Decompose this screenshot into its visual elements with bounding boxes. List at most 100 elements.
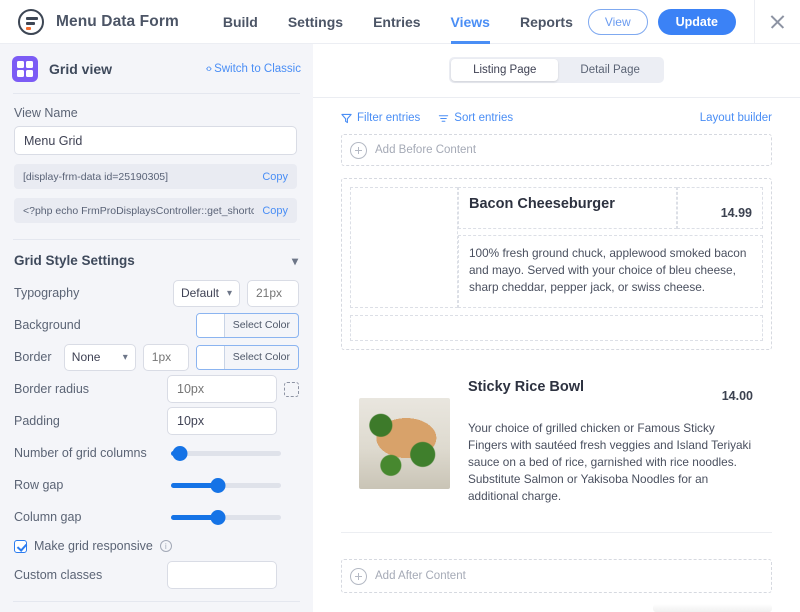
entry-content: Bacon Cheeseburger 14.99 100% fresh grou… <box>458 187 763 308</box>
entry-image-cell <box>350 187 458 308</box>
brand: Menu Data Form <box>0 8 179 35</box>
background-row: Background Select Color <box>0 309 313 341</box>
grid-columns-slider[interactable] <box>171 445 281 461</box>
entry-card[interactable]: Sticky Rice Bowl 14.00 Your choice of gr… <box>341 362 772 516</box>
background-color-picker[interactable]: Select Color <box>195 312 299 338</box>
background-label: Background <box>14 318 81 332</box>
entry-price: 14.99 <box>720 206 752 220</box>
border-color-swatch <box>196 345 225 369</box>
link-corners-icon[interactable] <box>284 381 299 397</box>
entry-separator <box>341 532 772 533</box>
view-type-title: Grid view <box>49 61 113 77</box>
view-name-label: View Name <box>14 106 78 120</box>
advanced-settings-section[interactable]: Advanced Settings › <box>0 602 313 612</box>
border-width-input[interactable] <box>142 343 189 371</box>
border-color-picker[interactable]: Select Color <box>195 344 299 370</box>
grid-style-settings-section[interactable]: Grid Style Settings ▾ <box>0 240 313 277</box>
custom-classes-input[interactable] <box>167 561 277 589</box>
php-shortcode-text: <?php echo FrmProDisplaysController::get… <box>23 204 255 217</box>
entry-price-cell: 14.00 <box>677 371 763 411</box>
shortcode-row-1: [display-frm-data id=25190305] Copy <box>14 164 297 189</box>
entry-title-row: Sticky Rice Bowl 14.00 <box>458 371 763 411</box>
close-button[interactable] <box>754 0 786 44</box>
plus-circle-icon <box>350 141 367 159</box>
typography-value: Default <box>180 286 219 300</box>
copy-shortcode-button-1[interactable]: Copy <box>262 171 288 183</box>
entry-card[interactable]: Bacon Cheeseburger 14.99 100% fresh grou… <box>341 178 772 350</box>
chevron-lr-icon: ‹› <box>205 63 212 75</box>
layout-builder-button[interactable]: Layout builder <box>700 112 772 124</box>
shortcode-text: [display-frm-data id=25190305] <box>23 170 169 183</box>
view-button[interactable]: View <box>587 8 648 35</box>
row-gap-slider[interactable] <box>171 477 281 493</box>
sort-entries-button[interactable]: Sort entries <box>438 112 513 124</box>
make-grid-responsive-label: Make grid responsive <box>34 539 153 553</box>
add-after-content-button[interactable]: Add After Content <box>341 559 772 593</box>
entry-price: 14.00 <box>721 389 753 403</box>
background-select-color-label: Select Color <box>232 319 290 331</box>
page-title: Menu Data Form <box>56 12 179 30</box>
tab-reports[interactable]: Reports <box>520 0 573 44</box>
typography-select[interactable]: Default ▾ <box>172 279 240 307</box>
make-grid-responsive-checkbox[interactable] <box>14 539 27 553</box>
tab-listing-page[interactable]: Listing Page <box>451 59 559 81</box>
tab-entries[interactable]: Entries <box>373 0 420 44</box>
filter-entries-button[interactable]: Filter entries <box>341 112 420 124</box>
entry-description-cell: Your choice of grilled chicken or Famous… <box>458 411 763 516</box>
column-gap-label: Column gap <box>14 510 82 524</box>
entry-image-cell <box>350 371 458 516</box>
entries-toolbar: Filter entries Sort entries Layout build… <box>313 98 800 124</box>
entry-title-row: Bacon Cheeseburger 14.99 <box>458 187 763 229</box>
border-row: Border None ▾ Select Color <box>0 341 313 373</box>
switch-to-classic-link[interactable]: ‹› Switch to Classic <box>206 63 301 75</box>
border-radius-row: Border radius <box>0 373 313 405</box>
info-icon[interactable]: i <box>159 540 172 552</box>
app-root: Menu Data Form Build Settings Entries Vi… <box>0 0 800 612</box>
slider-knob[interactable] <box>172 445 188 461</box>
page-tabs: Listing Page Detail Page <box>313 44 800 83</box>
custom-classes-row: Custom classes <box>0 559 313 591</box>
padding-label: Padding <box>14 414 60 428</box>
add-before-content-button[interactable]: Add Before Content <box>341 134 772 166</box>
entry-layout: Bacon Cheeseburger 14.99 100% fresh grou… <box>350 187 763 308</box>
entry-title-cell: Sticky Rice Bowl <box>458 371 677 411</box>
entry-title: Bacon Cheeseburger <box>469 196 615 212</box>
update-button[interactable]: Update <box>657 8 736 35</box>
sidebar: Grid view ‹› Switch to Classic View Name… <box>0 44 313 612</box>
entry-title: Sticky Rice Bowl <box>468 379 585 395</box>
sticky-rice-bowl-photo <box>358 398 450 489</box>
entry-content: Sticky Rice Bowl 14.00 Your choice of gr… <box>458 371 763 516</box>
background-color-swatch <box>196 313 225 337</box>
tab-settings[interactable]: Settings <box>288 0 343 44</box>
padding-input[interactable] <box>167 407 277 435</box>
entry-title-cell: Bacon Cheeseburger <box>458 187 677 229</box>
column-gap-row: Column gap <box>0 501 313 533</box>
border-style-select[interactable]: None ▾ <box>63 343 136 371</box>
column-gap-slider[interactable] <box>171 509 281 525</box>
border-label: Border <box>14 350 52 364</box>
entry-description: Your choice of grilled chicken or Famous… <box>468 421 752 503</box>
grid-columns-row: Number of grid columns <box>0 437 313 469</box>
tab-detail-page[interactable]: Detail Page <box>558 59 661 81</box>
border-radius-input[interactable] <box>167 375 277 403</box>
main-panel: Listing Page Detail Page Filter entries <box>313 44 800 612</box>
close-icon <box>769 13 786 30</box>
border-select-color-label: Select Color <box>232 351 290 363</box>
tab-views[interactable]: Views <box>450 0 491 44</box>
slider-knob[interactable] <box>210 477 226 493</box>
filter-icon <box>341 113 352 123</box>
grid-style-settings-title: Grid Style Settings <box>14 253 135 268</box>
bacon-cheeseburger-photo <box>359 202 449 293</box>
plus-circle-icon <box>350 567 367 585</box>
entry-footer-cell <box>350 315 763 341</box>
add-after-content-label: Add After Content <box>375 570 466 582</box>
view-name-input[interactable] <box>14 126 297 155</box>
slider-knob[interactable] <box>210 509 226 525</box>
typography-size-input[interactable] <box>247 279 299 307</box>
top-bar: Menu Data Form Build Settings Entries Vi… <box>0 0 800 44</box>
panel-bottom-shadow <box>653 604 772 612</box>
tab-build[interactable]: Build <box>223 0 258 44</box>
row-gap-label: Row gap <box>14 478 64 492</box>
add-before-content-label: Add Before Content <box>375 144 477 156</box>
copy-shortcode-button-2[interactable]: Copy <box>262 205 288 217</box>
